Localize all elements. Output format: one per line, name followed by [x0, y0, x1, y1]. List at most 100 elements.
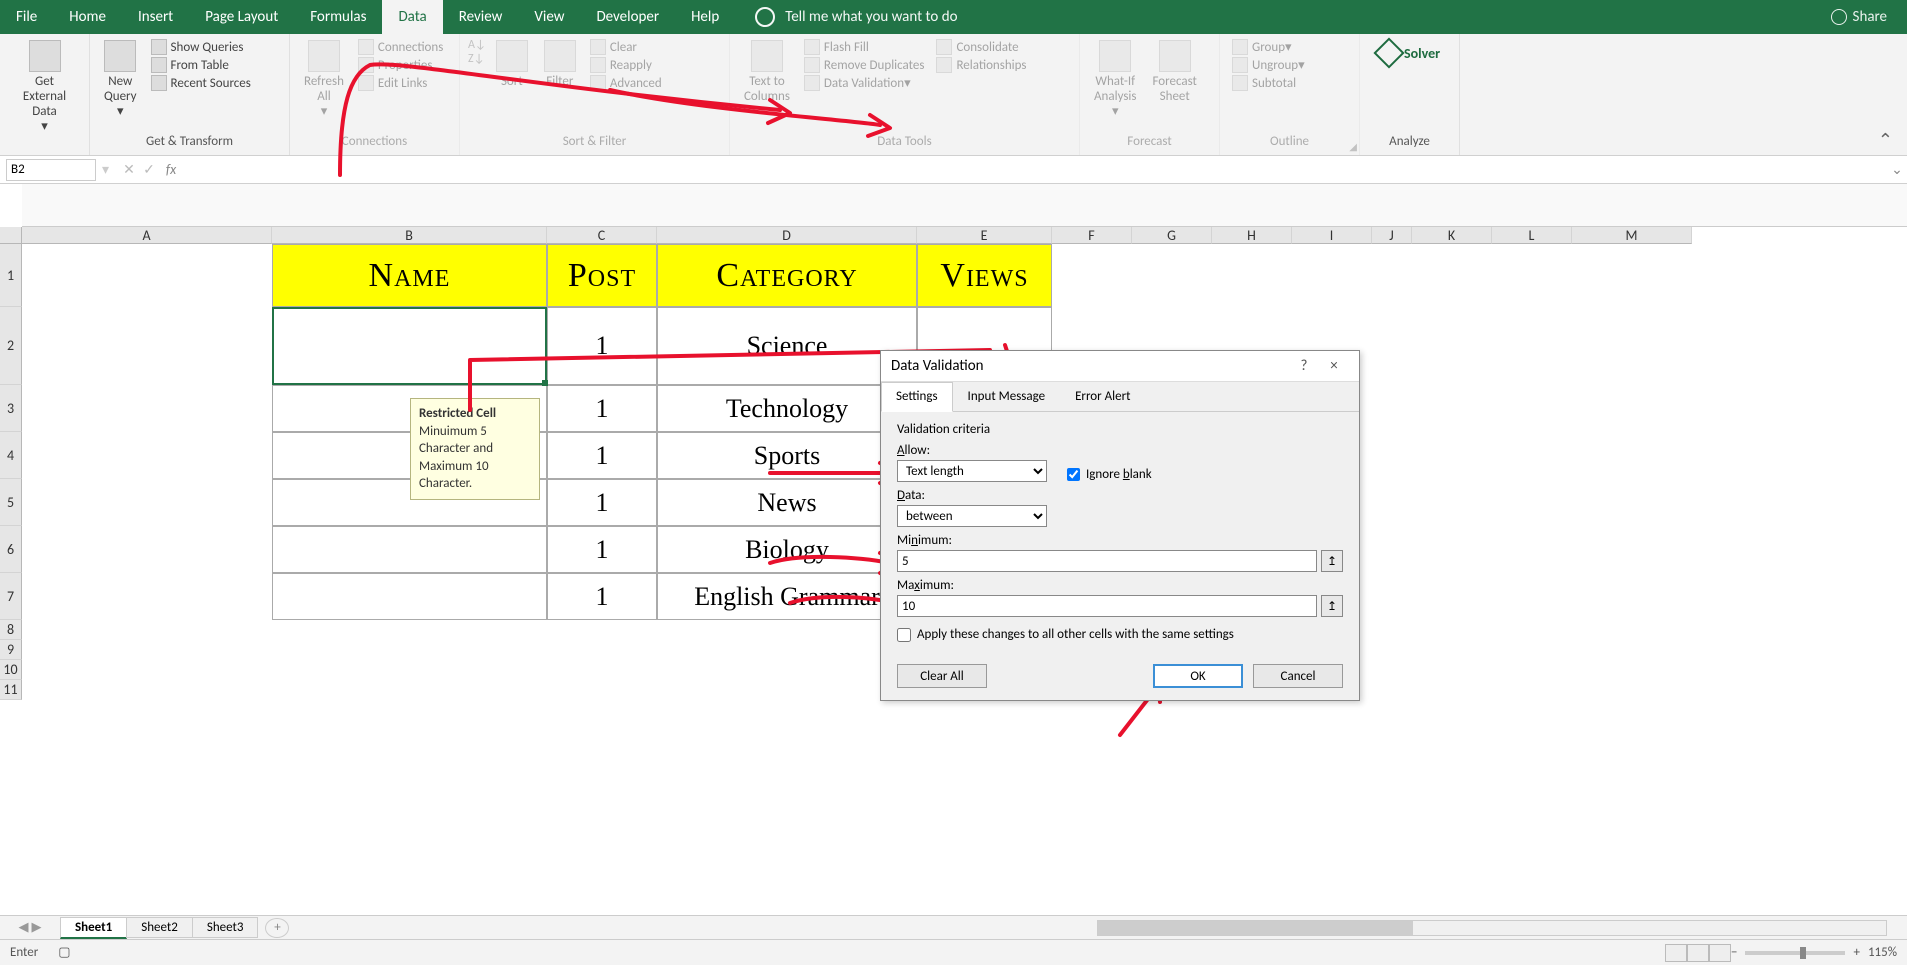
- ungroup-button[interactable]: Ungroup ▾: [1228, 56, 1309, 74]
- header-post[interactable]: Post: [547, 244, 657, 307]
- tab-formulas[interactable]: Formulas: [294, 0, 382, 34]
- expand-formula-icon[interactable]: ⌄: [1887, 161, 1907, 178]
- cell-D7[interactable]: English Grammar: [657, 573, 917, 620]
- outline-dialog-launcher-icon[interactable]: ◢: [1349, 140, 1357, 153]
- apply-all-checkbox[interactable]: [897, 628, 911, 642]
- tab-data[interactable]: Data: [382, 0, 442, 34]
- whatif-button[interactable]: What-If Analysis ▾: [1088, 38, 1142, 121]
- enter-formula-icon[interactable]: ✓: [139, 161, 159, 178]
- forecast-sheet-button[interactable]: Forecast Sheet: [1146, 38, 1202, 106]
- recent-sources-button[interactable]: Recent Sources: [147, 74, 255, 92]
- solver-button[interactable]: Solver: [1368, 38, 1450, 68]
- max-refpicker-icon[interactable]: ↥: [1321, 595, 1343, 617]
- header-category[interactable]: Category: [657, 244, 917, 307]
- consolidate-button[interactable]: Consolidate: [932, 38, 1030, 56]
- dialog-tab-input-message[interactable]: Input Message: [953, 382, 1061, 411]
- col-B[interactable]: B: [272, 227, 547, 244]
- cell-D4[interactable]: Sports: [657, 432, 917, 479]
- group-button[interactable]: Group ▾: [1228, 38, 1309, 56]
- maximum-input[interactable]: [897, 595, 1317, 617]
- cancel-button[interactable]: Cancel: [1253, 664, 1343, 688]
- row-8[interactable]: 8: [0, 620, 22, 640]
- subtotal-button[interactable]: Subtotal: [1228, 74, 1309, 92]
- col-C[interactable]: C: [547, 227, 657, 244]
- horizontal-scrollbar[interactable]: [1097, 920, 1887, 936]
- clear-button[interactable]: Clear: [586, 38, 666, 56]
- dialog-close-button[interactable]: ×: [1319, 357, 1349, 375]
- cancel-formula-icon[interactable]: ✕: [119, 161, 139, 178]
- data-validation-button[interactable]: Data Validation ▾: [800, 74, 929, 92]
- add-sheet-button[interactable]: +: [265, 918, 289, 938]
- sheet-tab-3[interactable]: Sheet3: [192, 917, 259, 938]
- zoom-out-button[interactable]: −: [1731, 945, 1737, 960]
- properties-button[interactable]: Properties: [354, 56, 447, 74]
- row-11[interactable]: 11: [0, 680, 22, 700]
- header-views[interactable]: Views: [917, 244, 1052, 307]
- tab-file[interactable]: File: [0, 0, 53, 34]
- share-button[interactable]: Share: [1831, 8, 1887, 26]
- row-3[interactable]: 3: [0, 385, 22, 432]
- clear-all-button[interactable]: Clear All: [897, 664, 987, 688]
- col-K[interactable]: K: [1412, 227, 1492, 244]
- column-headers[interactable]: A B C D E F G H I J K L M: [22, 227, 1692, 244]
- cell-C3[interactable]: 1: [547, 385, 657, 432]
- row-2[interactable]: 2: [0, 307, 22, 385]
- advanced-button[interactable]: Advanced: [586, 74, 666, 92]
- macro-record-icon[interactable]: ▢: [58, 945, 70, 960]
- row-4[interactable]: 4: [0, 432, 22, 479]
- dialog-help-button[interactable]: ?: [1289, 357, 1319, 375]
- from-table-button[interactable]: From Table: [147, 56, 255, 74]
- col-M[interactable]: M: [1572, 227, 1692, 244]
- relationships-button[interactable]: Relationships: [932, 56, 1030, 74]
- row-headers[interactable]: 1 2 3 4 5 6 7 8 9 10 11: [0, 244, 22, 700]
- formula-input[interactable]: [183, 159, 1887, 181]
- reapply-button[interactable]: Reapply: [586, 56, 666, 74]
- sheet-tab-1[interactable]: Sheet1: [60, 917, 127, 939]
- tab-page-layout[interactable]: Page Layout: [189, 0, 294, 34]
- zoom-level[interactable]: 115%: [1868, 945, 1897, 960]
- cell-C5[interactable]: 1: [547, 479, 657, 526]
- get-external-data-button[interactable]: Get External Data ▾: [8, 38, 81, 136]
- zoom-slider[interactable]: [1745, 951, 1845, 955]
- cell-D6[interactable]: Biology: [657, 526, 917, 573]
- col-H[interactable]: H: [1212, 227, 1292, 244]
- sheet-tab-2[interactable]: Sheet2: [126, 917, 193, 938]
- min-refpicker-icon[interactable]: ↥: [1321, 550, 1343, 572]
- text-to-columns-button[interactable]: Text to Columns: [738, 38, 796, 106]
- sheet-nav[interactable]: ◀ ▶: [0, 920, 60, 935]
- show-queries-button[interactable]: Show Queries: [147, 38, 255, 56]
- fx-icon[interactable]: fx: [159, 161, 183, 178]
- cell-D2[interactable]: Science: [657, 307, 917, 385]
- zoom-in-button[interactable]: +: [1853, 945, 1859, 960]
- remove-duplicates-button[interactable]: Remove Duplicates: [800, 56, 929, 74]
- row-9[interactable]: 9: [0, 640, 22, 660]
- dialog-tab-error-alert[interactable]: Error Alert: [1060, 382, 1145, 411]
- ignore-blank-checkbox[interactable]: [1067, 468, 1080, 481]
- col-J[interactable]: J: [1372, 227, 1412, 244]
- col-I[interactable]: I: [1292, 227, 1372, 244]
- select-all-corner[interactable]: [0, 227, 22, 244]
- filter-button[interactable]: Filter: [538, 38, 582, 91]
- edit-links-button[interactable]: Edit Links: [354, 74, 447, 92]
- row-10[interactable]: 10: [0, 660, 22, 680]
- name-box[interactable]: [6, 159, 96, 181]
- data-select[interactable]: between: [897, 505, 1047, 527]
- new-query-button[interactable]: New Query ▾: [98, 38, 143, 121]
- col-F[interactable]: F: [1052, 227, 1132, 244]
- row-7[interactable]: 7: [0, 573, 22, 620]
- header-name[interactable]: Name: [272, 244, 547, 307]
- page-break-view-button[interactable]: [1709, 944, 1731, 962]
- tell-me-search[interactable]: Tell me what you want to do: [755, 7, 957, 27]
- col-E[interactable]: E: [917, 227, 1052, 244]
- cell-C2[interactable]: 1: [547, 307, 657, 385]
- tab-review[interactable]: Review: [443, 0, 519, 34]
- selected-cell-B2[interactable]: [272, 307, 547, 385]
- row-5[interactable]: 5: [0, 479, 22, 526]
- tab-insert[interactable]: Insert: [122, 0, 189, 34]
- tab-home[interactable]: Home: [53, 0, 122, 34]
- minimum-input[interactable]: [897, 550, 1317, 572]
- connections-button[interactable]: Connections: [354, 38, 447, 56]
- normal-view-button[interactable]: [1665, 944, 1687, 962]
- cell-D3[interactable]: Technology: [657, 385, 917, 432]
- allow-select[interactable]: Text length: [897, 460, 1047, 482]
